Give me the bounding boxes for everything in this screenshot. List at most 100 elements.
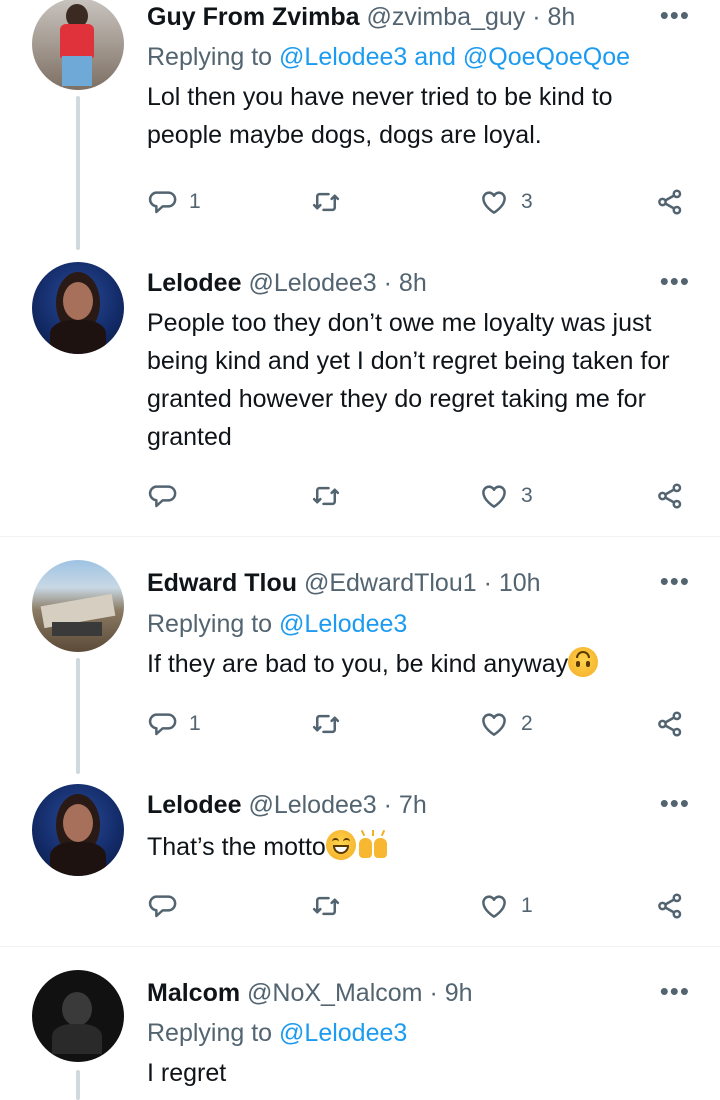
tweet-text: If they are bad to you, be kind anyway (147, 645, 700, 683)
raising-hands-emoji-icon (356, 829, 390, 860)
share-button[interactable] (655, 182, 685, 222)
display-name[interactable]: Guy From Zvimba (147, 3, 360, 31)
more-icon[interactable]: ••• (660, 788, 690, 818)
reply-button[interactable]: 1 (147, 182, 201, 222)
avatar[interactable] (32, 784, 124, 876)
reply-button[interactable]: 1 (147, 704, 201, 744)
tweet-header: Guy From Zvimba @zvimba_guy · 8h (147, 0, 700, 34)
replying-to-mentions[interactable]: @Lelodee3 (279, 1019, 407, 1047)
replying-to: Replying to @Lelodee3 (147, 607, 700, 641)
user-handle[interactable]: @zvimba_guy (367, 3, 526, 31)
retweet-icon (311, 187, 341, 217)
share-button[interactable] (655, 886, 685, 926)
display-name[interactable]: Lelodee (147, 791, 241, 819)
tweet[interactable]: Guy From Zvimba @zvimba_guy · 8h ••• Rep… (0, 0, 720, 252)
avatar[interactable] (32, 970, 124, 1062)
tweet-header: Lelodee @Lelodee3 · 8h (147, 266, 700, 300)
retweet-button[interactable] (311, 886, 341, 926)
like-button[interactable]: 3 (479, 476, 533, 516)
heart-icon (479, 187, 509, 217)
like-count: 2 (521, 712, 533, 735)
heart-icon (479, 709, 509, 739)
timestamp[interactable]: · 8h (384, 269, 427, 297)
share-icon (655, 709, 685, 739)
more-icon[interactable]: ••• (660, 976, 690, 1006)
reply-icon (147, 187, 177, 217)
tweet[interactable]: Lelodee @Lelodee3 · 7h ••• That’s the mo… (0, 782, 720, 944)
share-button[interactable] (655, 476, 685, 516)
like-button[interactable]: 1 (479, 886, 533, 926)
replying-to-label: Replying to (147, 43, 280, 71)
more-icon[interactable]: ••• (660, 566, 690, 596)
retweet-icon (311, 481, 341, 511)
share-icon (655, 481, 685, 511)
retweet-button[interactable] (311, 182, 341, 222)
tweet-header: Malcom @NoX_Malcom · 9h (147, 976, 700, 1010)
tweet-actions: 1 (147, 886, 697, 926)
replying-to-label: Replying to (147, 1019, 280, 1047)
like-count: 3 (521, 190, 533, 213)
timestamp[interactable]: · 9h (429, 979, 472, 1007)
tweet-text: People too they don’t owe me loyalty was… (147, 309, 670, 451)
user-handle[interactable]: @Lelodee3 (248, 269, 376, 297)
tweet[interactable]: Malcom @NoX_Malcom · 9h ••• Replying to … (0, 966, 720, 1100)
timestamp[interactable]: · 8h (532, 3, 575, 31)
like-button[interactable]: 3 (479, 182, 533, 222)
thread-line (76, 96, 80, 250)
tweet-actions: 1 2 (147, 704, 697, 744)
user-handle[interactable]: @Lelodee3 (248, 791, 376, 819)
timestamp[interactable]: · 10h (484, 569, 541, 597)
avatar[interactable] (32, 0, 124, 90)
divider (0, 536, 720, 537)
retweet-icon (311, 709, 341, 739)
reply-button[interactable] (147, 886, 177, 926)
retweet-button[interactable] (311, 704, 341, 744)
retweet-icon (311, 891, 341, 921)
avatar[interactable] (32, 262, 124, 354)
heart-icon (479, 891, 509, 921)
reply-icon (147, 709, 177, 739)
grinning-squinting-face-emoji-icon (325, 830, 356, 860)
replying-to: Replying to @Lelodee3 and @QoeQoeQoe (147, 40, 700, 74)
replying-to: Replying to @Lelodee3 (147, 1016, 700, 1050)
heart-icon (479, 481, 509, 511)
replying-to-mentions[interactable]: @Lelodee3 (279, 610, 407, 638)
reply-count: 1 (189, 190, 201, 213)
timestamp[interactable]: · 7h (384, 791, 427, 819)
share-icon (655, 187, 685, 217)
like-count: 3 (521, 484, 533, 507)
retweet-button[interactable] (311, 476, 341, 516)
reply-button[interactable] (147, 476, 177, 516)
upside-down-face-emoji-icon (568, 647, 599, 677)
replying-to-label: Replying to (147, 610, 280, 638)
tweet-text: Lol then you have never tried to be kind… (147, 83, 613, 149)
thread-line (76, 658, 80, 774)
tweet[interactable]: Lelodee @Lelodee3 · 8h ••• People too th… (0, 258, 720, 536)
reply-count: 1 (189, 712, 201, 735)
replying-to-mentions[interactable]: @Lelodee3 and @QoeQoeQoe (279, 43, 630, 71)
tweet-header: Edward Tlou @EdwardTlou1 · 10h (147, 566, 700, 600)
reply-icon (147, 481, 177, 511)
tweet-text-content: That’s the motto (147, 833, 326, 861)
display-name[interactable]: Malcom (147, 979, 240, 1007)
share-icon (655, 891, 685, 921)
user-handle[interactable]: @EdwardTlou1 (304, 569, 477, 597)
user-handle[interactable]: @NoX_Malcom (247, 979, 422, 1007)
more-icon[interactable]: ••• (660, 266, 690, 296)
display-name[interactable]: Lelodee (147, 269, 241, 297)
tweet-actions: 3 (147, 476, 697, 516)
like-count: 1 (521, 894, 533, 917)
more-icon[interactable]: ••• (660, 0, 690, 30)
tweet-header: Lelodee @Lelodee3 · 7h (147, 788, 700, 822)
tweet[interactable]: Edward Tlou @EdwardTlou1 · 10h ••• Reply… (0, 560, 720, 782)
tweet-actions: 1 3 (147, 182, 697, 222)
tweet-text: I regret (147, 1059, 227, 1087)
share-button[interactable] (655, 704, 685, 744)
display-name[interactable]: Edward Tlou (147, 569, 297, 597)
thread-line (76, 1070, 80, 1100)
reply-icon (147, 891, 177, 921)
avatar[interactable] (32, 560, 124, 652)
divider (0, 946, 720, 947)
like-button[interactable]: 2 (479, 704, 533, 744)
tweet-text-content: If they are bad to you, be kind anyway (147, 650, 569, 678)
